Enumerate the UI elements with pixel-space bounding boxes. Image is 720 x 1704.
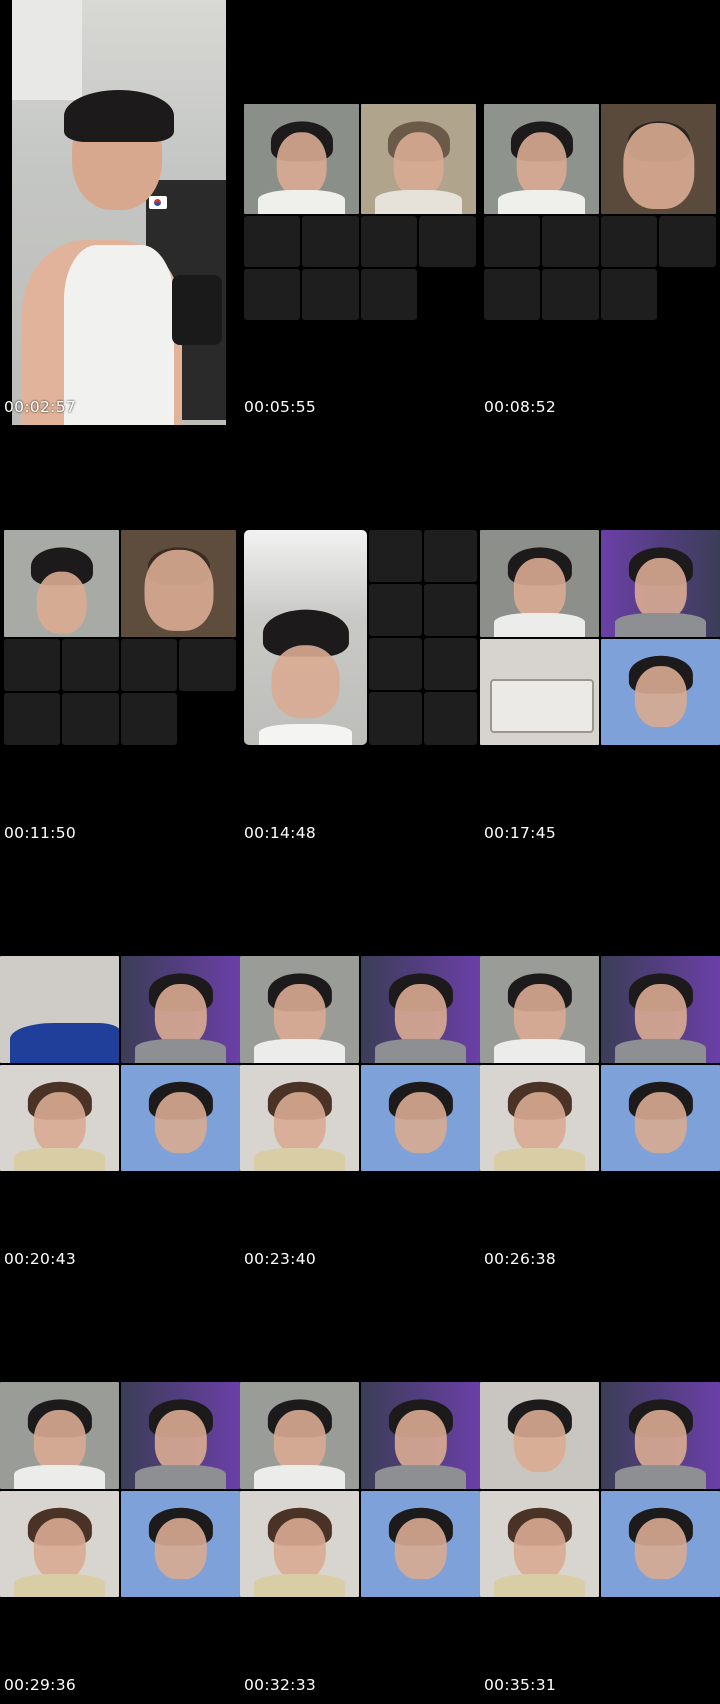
frame-9: 00:26:38 <box>480 852 720 1278</box>
participant-video <box>480 1065 599 1171</box>
empty-slot <box>424 584 477 636</box>
timestamp: 00:05:55 <box>244 398 317 416</box>
timestamp: 00:32:33 <box>244 1676 317 1694</box>
empty-slot <box>542 216 599 267</box>
participant-video <box>480 639 599 745</box>
timestamp: 00:14:48 <box>244 824 317 842</box>
timestamp: 00:11:50 <box>4 824 77 842</box>
participant-video <box>121 1382 240 1489</box>
participant-video <box>240 1491 359 1597</box>
empty-slot <box>419 216 476 267</box>
participant-video <box>601 530 720 637</box>
participant-video <box>121 1065 240 1171</box>
frame-7: 00:20:43 <box>0 852 240 1278</box>
participant-video <box>480 530 599 637</box>
empty-slot <box>121 639 177 691</box>
timestamp: 00:23:40 <box>244 1250 317 1268</box>
participant-video <box>0 1491 119 1597</box>
empty-slot <box>369 584 422 636</box>
empty-slot <box>302 216 359 267</box>
participant-video <box>121 1491 240 1597</box>
participant-video <box>361 1382 480 1489</box>
empty-slot <box>659 216 716 267</box>
empty-slot <box>179 639 236 691</box>
participant-video <box>480 1491 599 1597</box>
participant-video <box>240 1065 359 1171</box>
participant-video <box>601 1065 720 1171</box>
empty-slot <box>369 692 422 745</box>
participant-video <box>240 956 359 1063</box>
empty-slot <box>484 216 540 267</box>
timestamp: 00:17:45 <box>484 824 557 842</box>
empty-slot <box>4 639 60 691</box>
participant-video <box>480 1382 599 1489</box>
participant-video <box>361 1065 480 1171</box>
video-contact-sheet: { "sheet": { "title": "", "timestamps": … <box>0 0 720 1704</box>
streamer-video <box>12 0 226 425</box>
empty-slot <box>424 638 477 690</box>
empty-slot <box>601 216 657 267</box>
timestamp: 00:20:43 <box>4 1250 77 1268</box>
timestamp: 00:08:52 <box>484 398 557 416</box>
timestamp: 00:29:36 <box>4 1676 77 1694</box>
participant-video <box>4 530 119 637</box>
window-light <box>12 0 82 100</box>
participant-video <box>0 1065 119 1171</box>
frame-4: 00:11:50 <box>0 426 240 852</box>
participant-video <box>361 1491 480 1597</box>
participant-video <box>484 104 599 214</box>
participant-video <box>361 104 476 214</box>
frame-5: 00:14:48 <box>240 426 480 852</box>
empty-slot <box>369 530 422 582</box>
empty-slot <box>361 216 417 267</box>
empty-slot <box>424 692 477 745</box>
empty-slot <box>244 269 300 320</box>
frame-8: 00:23:40 <box>240 852 480 1278</box>
empty-slot <box>62 693 119 745</box>
empty-slot <box>542 269 599 320</box>
participant-video <box>0 956 119 1063</box>
white-tank-top <box>64 245 174 425</box>
hair <box>64 90 174 142</box>
timestamp: 00:02:57 <box>4 398 77 416</box>
frame-1: 00:02:57 <box>0 0 240 426</box>
participant-video <box>240 1382 359 1489</box>
frame-2: 00:05:55 <box>240 0 480 426</box>
empty-slot <box>361 269 417 320</box>
participant-video <box>244 104 359 214</box>
frame-12: 00:35:31 <box>480 1278 720 1704</box>
participant-video <box>480 956 599 1063</box>
frame-3: 00:08:52 <box>480 0 720 426</box>
frame-11: 00:32:33 <box>240 1278 480 1704</box>
participant-video <box>0 1382 119 1489</box>
empty-slot <box>424 530 477 582</box>
participant-video <box>601 104 716 214</box>
timestamp: 00:35:31 <box>484 1676 557 1694</box>
empty-slot <box>484 269 540 320</box>
timestamp: 00:26:38 <box>484 1250 557 1268</box>
microphone-icon <box>172 275 222 345</box>
participant-video <box>121 956 240 1063</box>
participant-video <box>601 1382 720 1489</box>
participant-video <box>244 530 367 745</box>
empty-slot <box>244 216 300 267</box>
empty-slot <box>4 693 60 745</box>
empty-slot <box>62 639 119 691</box>
empty-slot <box>302 269 359 320</box>
participant-video <box>361 956 480 1063</box>
empty-slot <box>601 269 657 320</box>
korea-flag-sticker-icon <box>149 196 167 209</box>
participant-video <box>601 956 720 1063</box>
empty-slot <box>121 693 177 745</box>
participant-video <box>601 1491 720 1597</box>
empty-slot <box>369 638 422 690</box>
frame-6: 00:17:45 <box>480 426 720 852</box>
participant-video <box>601 639 720 745</box>
participant-video <box>121 530 236 637</box>
frame-10: 00:29:36 <box>0 1278 240 1704</box>
